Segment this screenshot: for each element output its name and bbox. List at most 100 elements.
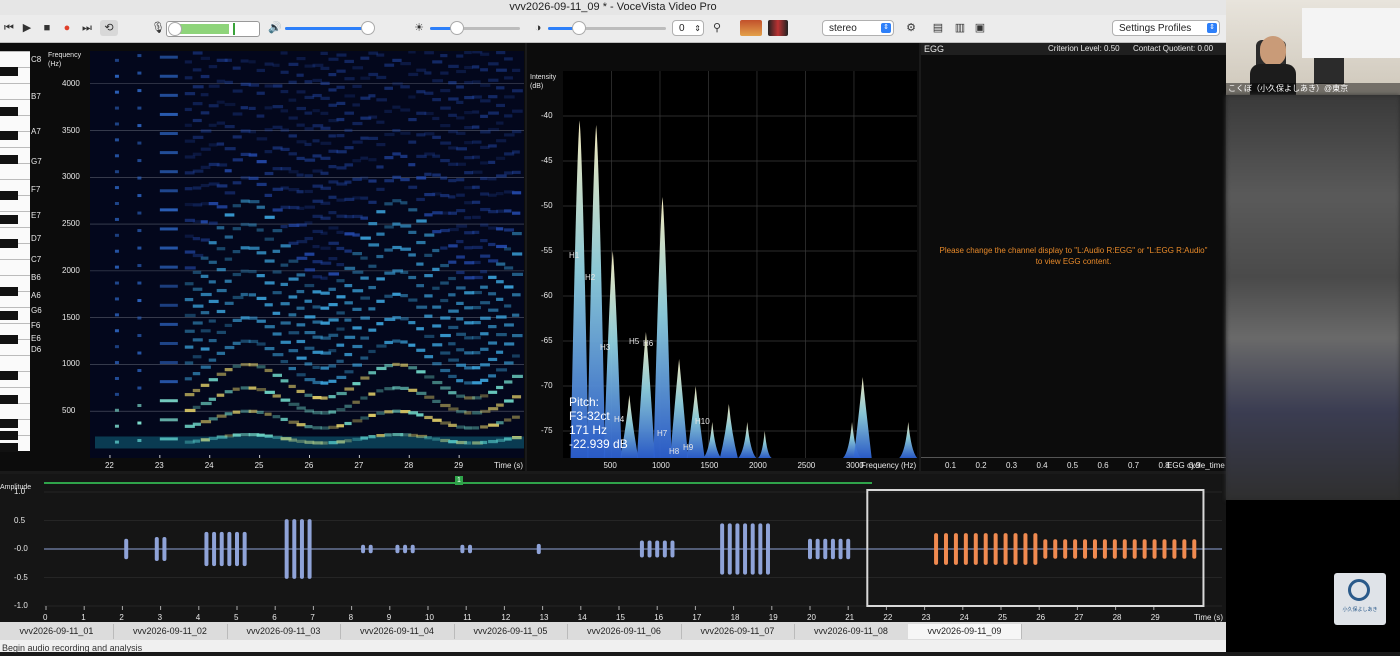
chevron-down-icon: ⇕ (881, 23, 891, 33)
egg-message: Please change the channel display to "L:… (921, 245, 1226, 267)
spectrogram-color-icon[interactable] (740, 20, 762, 36)
piano-black-key[interactable] (0, 239, 18, 248)
piano-black-key[interactable] (0, 215, 18, 224)
settings-profiles-value: Settings Profiles (1119, 23, 1192, 34)
settings-gear-icon[interactable]: ⚙ (904, 20, 918, 36)
spectrogram-y-tick: 2500 (62, 219, 80, 229)
layout-icon-1[interactable]: ▤ (930, 20, 946, 36)
spectrum-y-tick: -40 (541, 111, 553, 120)
window-title: vvv2026-09-11_09 * - VoceVista Video Pro (509, 1, 717, 13)
play-icon[interactable]: ▶ (20, 20, 34, 36)
waveform-burst (227, 531, 232, 567)
loop-icon[interactable]: ⟲ (100, 20, 118, 36)
brightness-icon: ☀ (414, 22, 424, 34)
waveform-burst (662, 540, 667, 558)
tuning-fork-icon[interactable]: ⚲ (708, 20, 726, 36)
layout-icon-2[interactable]: ▥ (952, 20, 968, 36)
waveform-burst-selected (1192, 539, 1197, 559)
file-tabs: vvv2026-09-11_01 vvv2026-09-11_02 vvv2026-… (0, 622, 1226, 640)
waveform-x-tick: 15 (616, 613, 625, 622)
waveform-burst-selected (1013, 533, 1018, 565)
piano-black-key[interactable] (0, 287, 18, 296)
file-tab[interactable]: vvv2026-09-11_07 (681, 624, 795, 639)
waveform-burst (361, 544, 366, 554)
harmonic-label: H3 (600, 343, 611, 352)
webcam-column: こくぼ（小久保よしあき）@東京 小久保よしあき (1226, 0, 1400, 652)
pitch-readout: Pitch: F3-32ct 171 Hz -22.939 dB (569, 395, 628, 451)
file-tab[interactable]: vvv2026-09-11_02 (114, 624, 228, 639)
file-tab[interactable]: vvv2026-09-11_01 (0, 624, 114, 639)
skip-end-icon[interactable]: ⏭ (80, 20, 94, 36)
input-level-peak (233, 23, 235, 35)
pitch-label: Pitch: (569, 395, 600, 409)
piano-black-key[interactable] (0, 311, 18, 320)
piano-black-key[interactable] (0, 371, 18, 380)
spectrogram-plot[interactable] (90, 51, 524, 458)
rewind-icon[interactable]: ⏮ (2, 20, 16, 36)
waveform-x-tick: 10 (425, 613, 434, 622)
criterion-level: Criterion Level: 0.50 (1048, 44, 1120, 53)
spectrogram-x-tick: 28 (404, 461, 414, 470)
image-icon[interactable]: ▣ (972, 20, 988, 36)
note-label: G6 (31, 306, 42, 315)
piano-black-key[interactable] (0, 67, 18, 76)
waveform-x-tick: 13 (539, 613, 549, 622)
file-tab[interactable]: vvv2026-09-11_05 (454, 624, 568, 639)
waveform-burst-selected (1122, 539, 1127, 559)
file-tab[interactable]: vvv2026-09-11_03 (227, 624, 341, 639)
piano-black-key[interactable] (0, 155, 18, 164)
whiteboard (1302, 8, 1400, 58)
spectrogram-y-tick: 3500 (62, 125, 80, 135)
waveform-x-tick: 3 (157, 613, 163, 622)
marker-flag[interactable]: 1 (455, 476, 463, 485)
waveform-x-tick: 7 (310, 613, 315, 622)
brightness-slider[interactable] (430, 21, 520, 35)
record-icon[interactable]: ● (60, 20, 74, 36)
piano-black-key[interactable] (0, 395, 18, 404)
piano-black-key[interactable] (0, 431, 18, 440)
waveform-burst-selected (1112, 539, 1117, 559)
waveform-burst (299, 519, 304, 579)
note-label: D6 (31, 345, 42, 354)
piano-black-key[interactable] (0, 131, 18, 140)
piano-black-key[interactable] (0, 191, 18, 200)
volume-slider[interactable] (285, 21, 375, 35)
waveform-burst-selected (973, 533, 978, 565)
piano-black-key[interactable] (0, 419, 18, 428)
input-gain-knob[interactable] (168, 22, 182, 36)
file-tab[interactable]: vvv2026-09-11_08 (795, 624, 909, 639)
piano-black-key[interactable] (0, 335, 18, 344)
spectrum-color-icon[interactable] (768, 20, 788, 36)
waveform-burst-selected (953, 533, 958, 565)
note-label: E7 (31, 211, 41, 220)
status-bar: Begin audio recording and analysis (0, 640, 1228, 653)
channel-select[interactable]: stereo ⇕ (822, 20, 894, 36)
waveform-burst (750, 523, 755, 575)
spectrogram-y-tick: 2000 (62, 265, 80, 275)
piano-black-key[interactable] (0, 443, 18, 452)
waveform-plot[interactable] (44, 488, 1222, 610)
contrast-slider[interactable] (548, 21, 666, 35)
piano-keyboard[interactable] (0, 51, 30, 452)
spectrogram-x-tick: 22 (104, 461, 114, 470)
waveform-x-tick: 6 (272, 613, 277, 622)
waveform-burst-selected (1083, 539, 1088, 559)
logo-circle-icon (1348, 579, 1370, 601)
piano-black-key[interactable] (0, 107, 18, 116)
spectrum-y-tick: -50 (541, 201, 553, 210)
spectrogram-panel: C8 B7 A7 G7 F7 E7 D7 C7 B6 A6 G6 F6 E6 D6 Frequency (… (0, 43, 525, 471)
waveform-y-tick: -1.0 (14, 601, 28, 610)
stop-icon[interactable]: ■ (40, 20, 54, 36)
pitch-db: -22.939 dB (569, 437, 628, 451)
piano-white-key-line (0, 51, 30, 52)
file-tab[interactable]: vvv2026-09-11_09 (908, 624, 1022, 639)
waveform-burst (655, 540, 660, 558)
waveform-burst-selected (1063, 539, 1068, 559)
pitch-stepper[interactable]: 0 ⇕ (672, 20, 704, 36)
file-tab[interactable]: vvv2026-09-11_04 (341, 624, 455, 639)
settings-profiles-select[interactable]: Settings Profiles ⇕ (1112, 20, 1220, 36)
egg-message-line1: Please change the channel display to "L:… (939, 246, 1208, 255)
note-label: A6 (31, 291, 41, 300)
note-label: E6 (31, 334, 41, 343)
file-tab[interactable]: vvv2026-09-11_06 (568, 624, 682, 639)
